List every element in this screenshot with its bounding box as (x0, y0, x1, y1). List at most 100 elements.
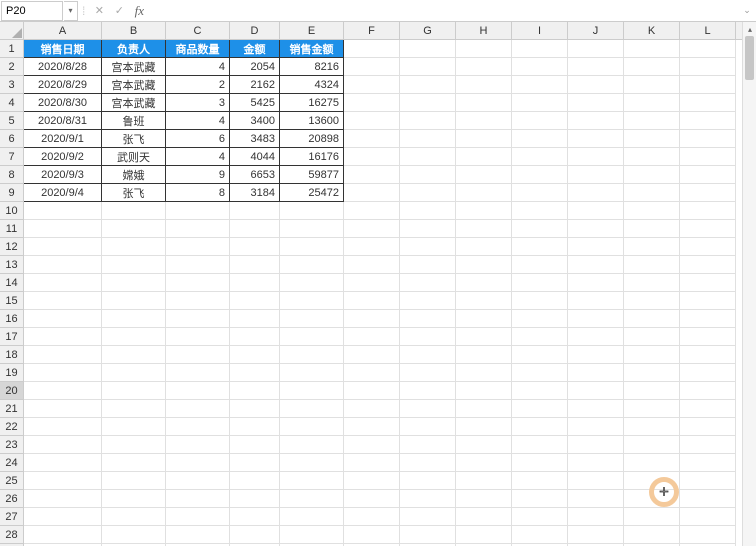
cell-C26[interactable] (166, 490, 230, 508)
cell-L4[interactable] (680, 94, 736, 112)
cell-G19[interactable] (400, 364, 456, 382)
cell-F13[interactable] (344, 256, 400, 274)
cell-B22[interactable] (102, 418, 166, 436)
cell-C23[interactable] (166, 436, 230, 454)
cell-G12[interactable] (400, 238, 456, 256)
cell-I24[interactable] (512, 454, 568, 472)
cell-F19[interactable] (344, 364, 400, 382)
row-header-5[interactable]: 5 (0, 112, 23, 130)
cell-E1[interactable]: 销售金额 (280, 40, 344, 58)
cell-H12[interactable] (456, 238, 512, 256)
row-header-1[interactable]: 1 (0, 40, 23, 58)
cell-E3[interactable]: 4324 (280, 76, 344, 94)
cell-G4[interactable] (400, 94, 456, 112)
cell-K21[interactable] (624, 400, 680, 418)
cell-B18[interactable] (102, 346, 166, 364)
column-header-d[interactable]: D (230, 22, 280, 39)
cell-D6[interactable]: 3483 (230, 130, 280, 148)
cell-G3[interactable] (400, 76, 456, 94)
cell-G11[interactable] (400, 220, 456, 238)
cell-J12[interactable] (568, 238, 624, 256)
cell-J7[interactable] (568, 148, 624, 166)
cell-B16[interactable] (102, 310, 166, 328)
cell-L27[interactable] (680, 508, 736, 526)
cell-E28[interactable] (280, 526, 344, 544)
cell-C5[interactable]: 4 (166, 112, 230, 130)
cell-H16[interactable] (456, 310, 512, 328)
cell-A24[interactable] (24, 454, 102, 472)
cell-J9[interactable] (568, 184, 624, 202)
cell-H15[interactable] (456, 292, 512, 310)
cell-J5[interactable] (568, 112, 624, 130)
cell-B27[interactable] (102, 508, 166, 526)
cell-E16[interactable] (280, 310, 344, 328)
cell-H1[interactable] (456, 40, 512, 58)
cell-A28[interactable] (24, 526, 102, 544)
cell-E20[interactable] (280, 382, 344, 400)
cell-D22[interactable] (230, 418, 280, 436)
row-header-7[interactable]: 7 (0, 148, 23, 166)
cell-I8[interactable] (512, 166, 568, 184)
cell-L9[interactable] (680, 184, 736, 202)
cell-C25[interactable] (166, 472, 230, 490)
cell-I21[interactable] (512, 400, 568, 418)
cell-D28[interactable] (230, 526, 280, 544)
cell-H19[interactable] (456, 364, 512, 382)
cell-C8[interactable]: 9 (166, 166, 230, 184)
cell-E18[interactable] (280, 346, 344, 364)
cell-E10[interactable] (280, 202, 344, 220)
cell-H28[interactable] (456, 526, 512, 544)
cell-D12[interactable] (230, 238, 280, 256)
cell-B10[interactable] (102, 202, 166, 220)
cell-K14[interactable] (624, 274, 680, 292)
cell-B8[interactable]: 嫦娥 (102, 166, 166, 184)
cell-B6[interactable]: 张飞 (102, 130, 166, 148)
row-header-15[interactable]: 15 (0, 292, 23, 310)
column-header-l[interactable]: L (680, 22, 736, 39)
cell-A2[interactable]: 2020/8/28 (24, 58, 102, 76)
cell-J3[interactable] (568, 76, 624, 94)
cell-L25[interactable] (680, 472, 736, 490)
cell-C6[interactable]: 6 (166, 130, 230, 148)
cell-I28[interactable] (512, 526, 568, 544)
cell-E9[interactable]: 25472 (280, 184, 344, 202)
cell-A8[interactable]: 2020/9/3 (24, 166, 102, 184)
cell-K19[interactable] (624, 364, 680, 382)
cell-L17[interactable] (680, 328, 736, 346)
cell-C20[interactable] (166, 382, 230, 400)
cell-G8[interactable] (400, 166, 456, 184)
row-header-18[interactable]: 18 (0, 346, 23, 364)
cell-B2[interactable]: 宫本武藏 (102, 58, 166, 76)
row-header-28[interactable]: 28 (0, 526, 23, 544)
cell-K22[interactable] (624, 418, 680, 436)
cell-D1[interactable]: 金额 (230, 40, 280, 58)
cell-C18[interactable] (166, 346, 230, 364)
cell-C28[interactable] (166, 526, 230, 544)
cell-J24[interactable] (568, 454, 624, 472)
cell-L14[interactable] (680, 274, 736, 292)
row-header-2[interactable]: 2 (0, 58, 23, 76)
cell-C22[interactable] (166, 418, 230, 436)
cell-G27[interactable] (400, 508, 456, 526)
cell-I11[interactable] (512, 220, 568, 238)
cell-J26[interactable] (568, 490, 624, 508)
cell-A14[interactable] (24, 274, 102, 292)
cells-area[interactable]: 销售日期负责人商品数量金额销售金额2020/8/28宫本武藏4205482162… (24, 40, 756, 546)
row-header-10[interactable]: 10 (0, 202, 23, 220)
row-header-12[interactable]: 12 (0, 238, 23, 256)
cell-B9[interactable]: 张飞 (102, 184, 166, 202)
row-header-27[interactable]: 27 (0, 508, 23, 526)
row-header-23[interactable]: 23 (0, 436, 23, 454)
row-header-26[interactable]: 26 (0, 490, 23, 508)
cell-F1[interactable] (344, 40, 400, 58)
cell-A17[interactable] (24, 328, 102, 346)
cell-A9[interactable]: 2020/9/4 (24, 184, 102, 202)
cell-E5[interactable]: 13600 (280, 112, 344, 130)
scroll-thumb[interactable] (745, 36, 754, 80)
cell-K28[interactable] (624, 526, 680, 544)
cell-L21[interactable] (680, 400, 736, 418)
cell-G2[interactable] (400, 58, 456, 76)
cell-D5[interactable]: 3400 (230, 112, 280, 130)
cell-K25[interactable] (624, 472, 680, 490)
cell-B13[interactable] (102, 256, 166, 274)
